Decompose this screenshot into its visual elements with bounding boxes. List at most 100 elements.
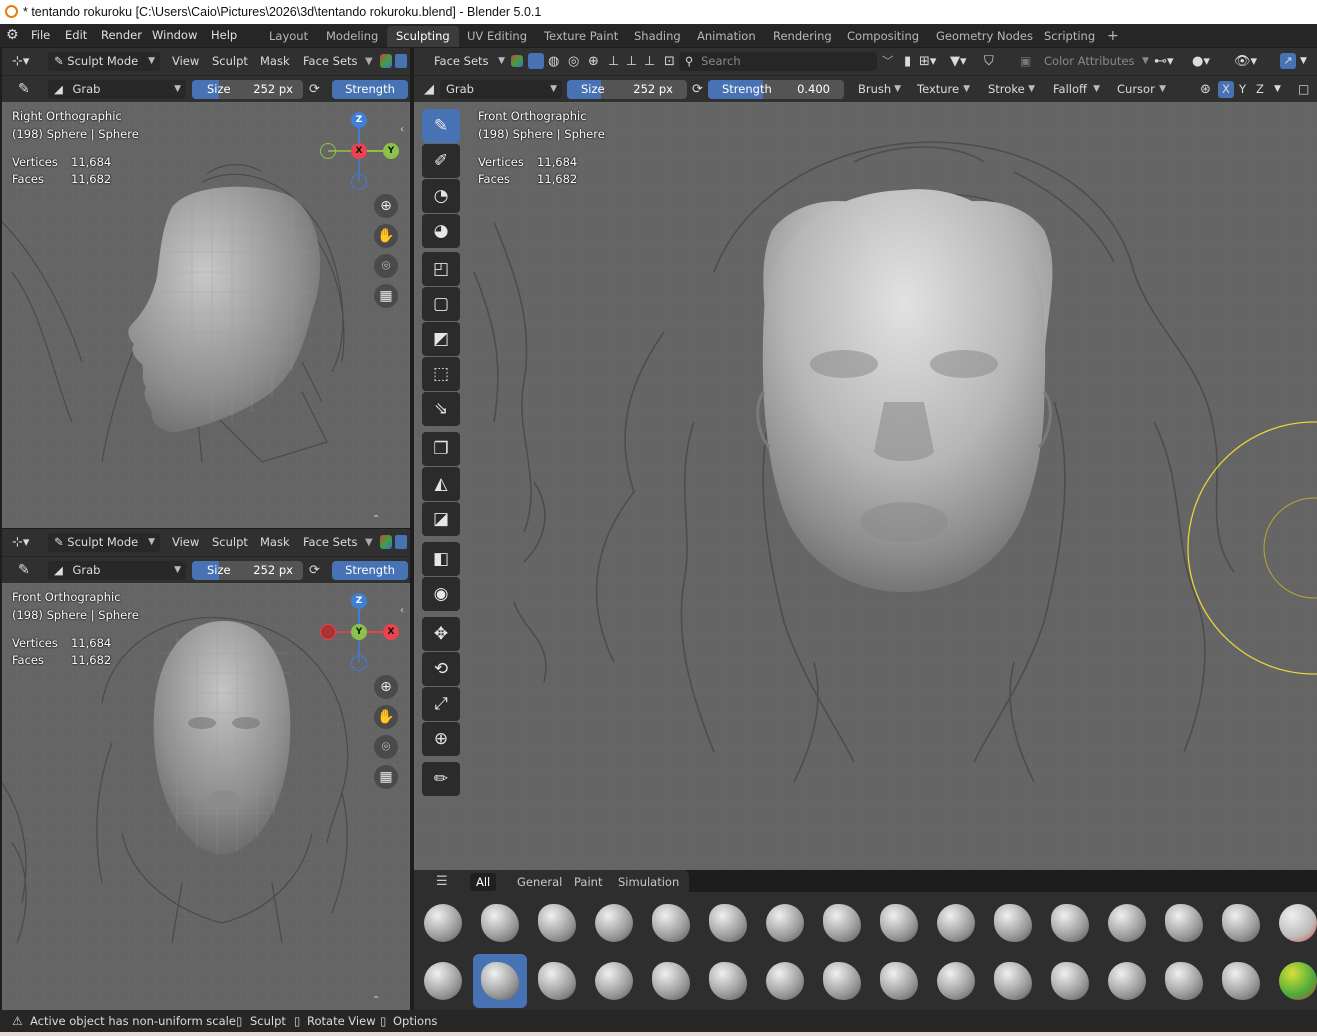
brush-thumbnail[interactable] — [1043, 954, 1097, 1008]
face-sets-color-icon[interactable] — [511, 55, 523, 67]
brush-thumbnail[interactable] — [530, 896, 584, 950]
gizmo-x-axis[interactable]: X — [351, 143, 367, 159]
menu-sculpt[interactable]: Sculpt — [212, 48, 248, 75]
world-icon[interactable]: ⊕ — [588, 48, 599, 75]
brush-thumbnail[interactable] — [1271, 954, 1317, 1008]
add-workspace-button[interactable]: + — [1098, 26, 1128, 47]
panel-brush[interactable]: Brush ▼ — [852, 80, 906, 99]
brush-thumbnail[interactable] — [1214, 954, 1268, 1008]
annotate-icon[interactable]: ✏ — [422, 762, 460, 796]
edit-face-set-icon[interactable]: ◧ — [422, 542, 460, 576]
shelf-tab-simulation[interactable]: Simulation — [612, 873, 685, 891]
brush-thumbnail[interactable] — [929, 954, 983, 1008]
collapse-up-icon[interactable]: ⌃ — [372, 514, 380, 525]
brush-select[interactable]: ◢ Grab ▼ — [48, 561, 186, 580]
tab-scripting[interactable]: Scripting — [1035, 26, 1104, 47]
mode-select[interactable]: ✎ Sculpt Mode ▼ — [48, 52, 160, 71]
menu-help[interactable]: Help — [211, 24, 237, 47]
menu-view[interactable]: View — [172, 48, 199, 75]
brush-thumbnail[interactable] — [1214, 896, 1268, 950]
shading-icon[interactable] — [380, 535, 392, 549]
shelf-tab-general[interactable]: General — [511, 873, 568, 891]
ortho-grid-icon[interactable]: ▦ — [374, 284, 398, 308]
brush-thumbnail[interactable] — [929, 896, 983, 950]
blender-menu-icon[interactable]: ⚙ — [6, 24, 19, 47]
gizmo-toggle-icon[interactable]: ↗ — [1280, 53, 1296, 69]
gizmo-neg-z-axis[interactable] — [351, 174, 367, 190]
chevron-down-icon[interactable]: ﹀ — [882, 48, 894, 75]
shelf-tab-paint[interactable]: Paint — [568, 873, 608, 891]
camera-icon[interactable]: ⌾ — [374, 735, 398, 759]
panel-falloff[interactable]: Falloff ▼ — [1047, 80, 1105, 99]
shelf-menu-icon[interactable]: ☰ — [430, 873, 454, 891]
stamp3-icon[interactable]: ⊥ — [644, 48, 655, 75]
brush-thumbnail[interactable] — [872, 896, 926, 950]
panel-stroke[interactable]: Stroke ▼ — [982, 80, 1040, 99]
brush-thumbnail[interactable] — [815, 896, 869, 950]
brush-thumbnail[interactable] — [758, 896, 812, 950]
brush-thumbnail[interactable] — [473, 896, 527, 950]
mesh-filter-icon[interactable]: ❐ — [422, 432, 460, 466]
tab-animation[interactable]: Animation — [688, 26, 765, 47]
camera-icon[interactable]: ⌾ — [374, 254, 398, 278]
brush-tool-icon[interactable]: ✎ — [422, 109, 460, 143]
menu-mask[interactable]: Mask — [260, 48, 290, 75]
strength-field[interactable]: Strength 0.400 — [708, 80, 844, 99]
tab-compositing[interactable]: Compositing — [838, 26, 928, 47]
axis-x-toggle[interactable]: X — [1218, 81, 1234, 98]
mask-by-color-icon[interactable]: ◉ — [422, 577, 460, 611]
chevron-down-icon[interactable]: ▼ — [365, 529, 373, 556]
brush-thumbnail[interactable] — [1043, 896, 1097, 950]
color-attributes-icon[interactable]: ▣ — [1020, 48, 1031, 75]
box-mask-icon[interactable]: ◰ — [422, 252, 460, 286]
brush-tool-icon[interactable]: ✎ — [18, 557, 30, 584]
brush-thumbnail[interactable] — [587, 896, 641, 950]
scale-icon[interactable]: ⤢ — [422, 687, 460, 721]
xray-icon[interactable] — [395, 54, 407, 68]
menu-edit[interactable]: Edit — [65, 24, 87, 47]
gizmo-neg-z-axis[interactable] — [351, 655, 367, 671]
brush-thumbnail[interactable] — [1271, 896, 1317, 950]
tab-uv-editing[interactable]: UV Editing — [458, 26, 536, 47]
bookmark-icon[interactable]: ▮ — [904, 48, 911, 75]
pressure-size-icon[interactable]: ⟳ — [309, 557, 320, 584]
brush-thumbnail[interactable] — [986, 954, 1040, 1008]
menu-sculpt[interactable]: Sculpt — [212, 529, 248, 556]
menu-view[interactable]: View — [172, 529, 199, 556]
brush-thumbnail[interactable] — [1100, 954, 1154, 1008]
brush-thumbnail[interactable] — [1157, 954, 1211, 1008]
navigation-gizmo[interactable]: Z Y X — [320, 591, 410, 671]
chevron-down-icon[interactable]: ▼ — [1142, 48, 1149, 75]
globe-icon[interactable]: ◎ — [568, 48, 579, 75]
viewport-front-orthographic-small[interactable]: ⊹▾ ✎ Sculpt Mode ▼ View Sculpt Mask Face … — [2, 529, 410, 1010]
layout-icon[interactable]: ⊞▾ — [919, 48, 936, 75]
gizmo-y-axis[interactable]: Y — [383, 143, 399, 159]
rotate-icon[interactable]: ⟲ — [422, 652, 460, 686]
move-icon[interactable]: ✥ — [422, 617, 460, 651]
search-input[interactable]: ⚲ Search — [679, 52, 877, 71]
box-hide-icon[interactable]: ▢ — [422, 287, 460, 321]
navigation-gizmo[interactable]: Z X Y — [320, 110, 410, 190]
strength-field[interactable]: Strength — [332, 561, 408, 580]
axis-z-toggle[interactable]: Z — [1256, 76, 1264, 103]
face-set-brush-icon[interactable]: ◕ — [422, 214, 460, 248]
cloth-filter-icon[interactable]: ◭ — [422, 467, 460, 501]
mirror-icon[interactable]: ⊛ — [1200, 76, 1211, 103]
gizmo-neg-x-axis[interactable] — [320, 624, 336, 640]
brush-thumbnail[interactable] — [758, 954, 812, 1008]
color-filter-icon[interactable]: ◪ — [422, 502, 460, 536]
tab-modeling[interactable]: Modeling — [317, 26, 387, 47]
tab-texture-paint[interactable]: Texture Paint — [535, 26, 627, 47]
tab-shading[interactable]: Shading — [625, 26, 690, 47]
box-face-set-icon[interactable]: ◩ — [422, 322, 460, 356]
brush-thumbnail[interactable] — [815, 954, 869, 1008]
menu-face-sets[interactable]: Face Sets — [303, 48, 358, 75]
brush-thumbnail[interactable] — [416, 954, 470, 1008]
box-trim-icon[interactable]: ⬚ — [422, 357, 460, 391]
size-field[interactable]: Size 252 px — [567, 80, 687, 99]
filter-mesh-icon[interactable]: ⊡ — [664, 48, 675, 75]
transform-icon[interactable]: ⊕ — [422, 722, 460, 756]
xray-icon[interactable] — [395, 535, 407, 549]
brush-thumbnail[interactable] — [1157, 896, 1211, 950]
brush-tool-icon[interactable]: ✎ — [18, 76, 30, 103]
